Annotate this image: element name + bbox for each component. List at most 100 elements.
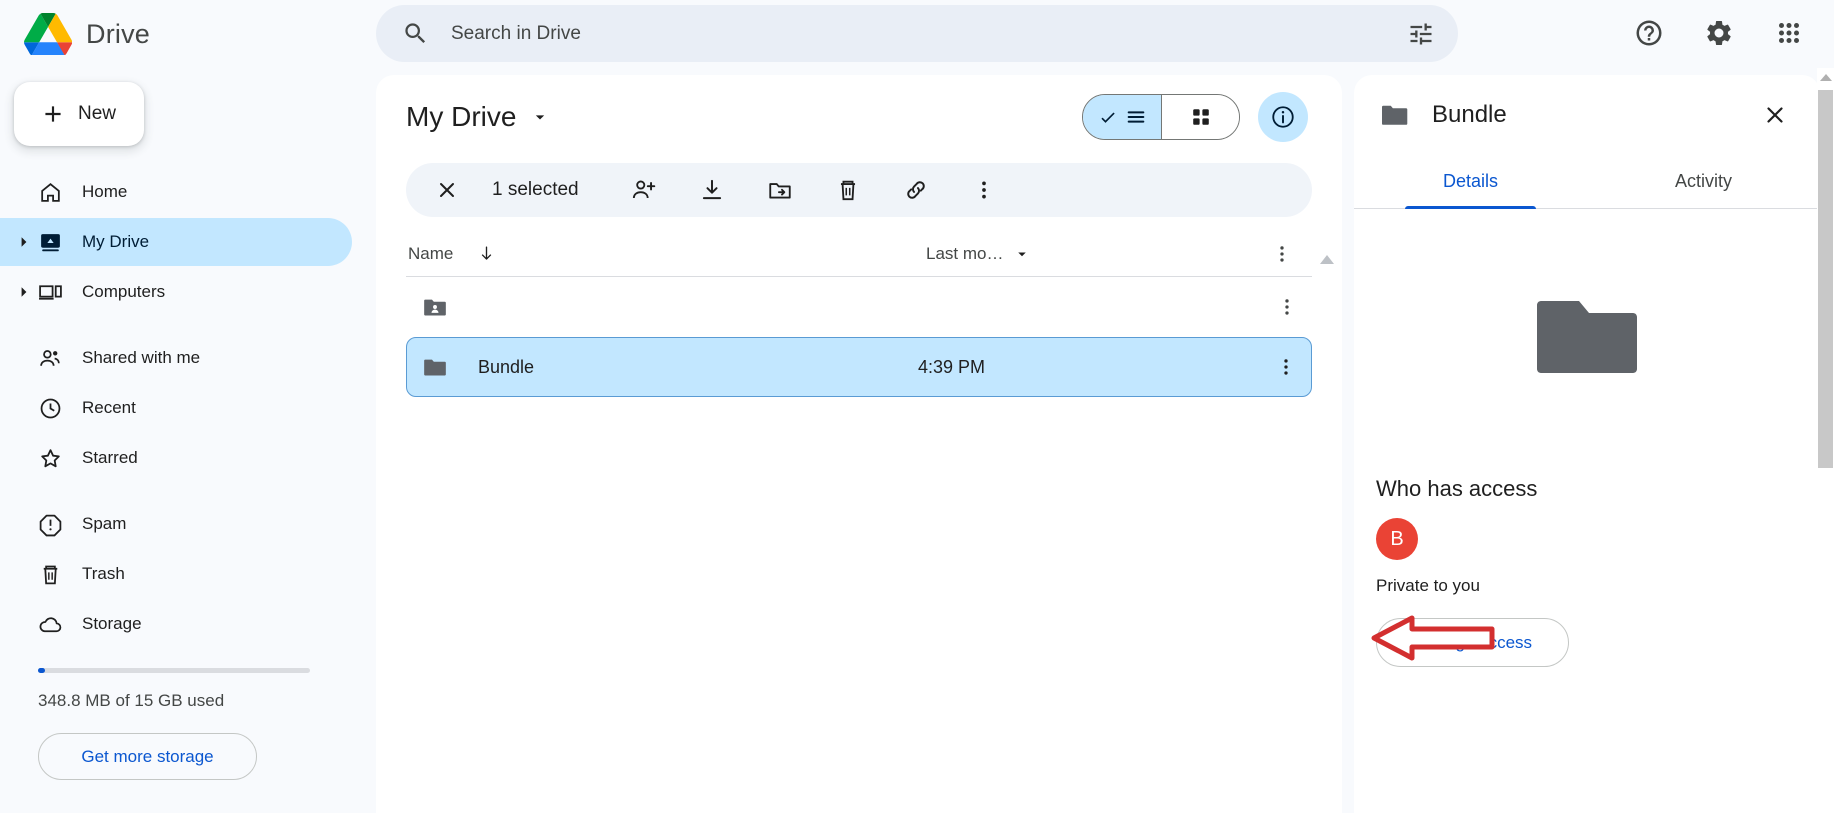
get-link-button[interactable] (891, 165, 941, 215)
selection-count-label: 1 selected (492, 179, 579, 200)
more-vert-icon (1284, 359, 1288, 375)
storage-usage-text: 348.8 MB of 15 GB used (38, 691, 225, 710)
top-bar: Drive (0, 0, 1834, 68)
google-drive-app: Drive Search in Drive New Home My Drive … (0, 0, 1834, 813)
view-details-button[interactable] (1258, 92, 1308, 142)
view-layout-toggle (1082, 94, 1240, 140)
apps-grid-icon (1779, 23, 1799, 43)
list-view-button[interactable] (1083, 95, 1161, 139)
star-icon (41, 448, 60, 467)
search-filter-button[interactable] (1394, 7, 1448, 61)
download-button[interactable] (687, 165, 737, 215)
table-options-button[interactable] (1260, 243, 1304, 265)
new-button-label: New (78, 103, 117, 124)
table-row[interactable] (406, 277, 1312, 337)
details-header: Bundle (1354, 75, 1820, 155)
details-title: Bundle (1432, 101, 1507, 128)
row-name: Bundle (478, 356, 535, 377)
sidebar-item-starred[interactable]: Starred (0, 434, 352, 482)
page-title: My Drive (406, 101, 517, 132)
plus-icon (45, 106, 61, 122)
sidebar-label-starred: Starred (82, 448, 138, 467)
chevron-down-icon (1018, 252, 1027, 256)
gear-icon (1707, 20, 1731, 45)
chevron-right-icon[interactable] (18, 236, 30, 248)
drive-brand[interactable]: Drive (24, 8, 150, 60)
get-more-storage-button[interactable]: Get more storage (38, 733, 257, 780)
brand-name: Drive (86, 18, 151, 49)
search-input[interactable] (451, 22, 1394, 45)
column-header-last-modified[interactable]: Last mo… (926, 244, 1031, 264)
sidebar: New Home My Drive Computers Shared with … (0, 68, 376, 813)
drive-title-dropdown[interactable]: My Drive (406, 101, 550, 133)
table-row[interactable]: Bundle 4:39 PM (406, 337, 1312, 397)
list-icon (1127, 111, 1144, 123)
sidebar-item-storage[interactable]: Storage (0, 600, 352, 648)
arrow-down-icon (482, 246, 492, 260)
download-icon (702, 179, 721, 200)
access-status-text: Private to you (1376, 576, 1480, 595)
info-icon (1272, 106, 1294, 128)
sidebar-label-storage: Storage (82, 614, 142, 633)
avatar[interactable]: B (1376, 518, 1418, 560)
sidebar-item-trash[interactable]: Trash (0, 550, 352, 598)
close-details-button[interactable] (1752, 92, 1798, 138)
more-actions-button[interactable] (959, 165, 1009, 215)
move-to-folder-icon (768, 183, 791, 199)
home-icon (41, 182, 60, 202)
people-icon (40, 349, 60, 366)
sidebar-item-recent[interactable]: Recent (0, 384, 352, 432)
column-header-name[interactable]: Name (406, 244, 926, 264)
scroll-up-arrow[interactable] (1820, 74, 1832, 81)
chevron-right-icon[interactable] (18, 286, 30, 298)
shared-folder-icon (424, 299, 446, 316)
search-bar[interactable] (376, 5, 1458, 62)
tab-label-details: Details (1442, 171, 1499, 191)
spam-icon (39, 514, 62, 536)
close-icon (1767, 107, 1783, 123)
sidebar-item-my-drive[interactable]: My Drive (0, 218, 352, 266)
storage-progress-bar (38, 668, 310, 673)
nav-divider-2 (0, 484, 376, 498)
sidebar-label-shared-with-me: Shared with me (82, 348, 201, 367)
column-label-name: Name (408, 243, 454, 263)
google-apps-button[interactable] (1762, 6, 1816, 60)
sidebar-item-home[interactable]: Home (0, 168, 352, 216)
chevron-down-icon (536, 115, 545, 120)
sidebar-label-recent: Recent (82, 398, 136, 417)
sidebar-item-shared-with-me[interactable]: Shared with me (0, 334, 352, 382)
sidebar-item-spam[interactable]: Spam (0, 500, 352, 548)
page-scrollbar[interactable] (1817, 68, 1834, 813)
share-button[interactable] (619, 165, 669, 215)
more-vert-icon (1285, 299, 1289, 315)
sidebar-nav: Home My Drive Computers Shared with me R… (0, 168, 376, 648)
tab-activity[interactable]: Activity (1587, 155, 1820, 208)
row-actions-button[interactable] (1262, 296, 1312, 318)
large-folder-icon (1537, 300, 1637, 373)
help-button[interactable] (1622, 6, 1676, 60)
scrollbar-thumb[interactable] (1818, 90, 1833, 468)
scroll-up-indicator[interactable] (1320, 255, 1334, 264)
details-tabs: Details Activity (1354, 155, 1820, 209)
sidebar-label-spam: Spam (82, 514, 127, 533)
help-icon (1636, 20, 1662, 46)
check-icon (1100, 112, 1115, 123)
sidebar-label-my-drive: My Drive (82, 232, 150, 251)
link-icon (906, 181, 925, 199)
close-icon (440, 183, 454, 197)
settings-button[interactable] (1692, 6, 1746, 60)
grid-view-button[interactable] (1161, 95, 1239, 139)
sidebar-label-computers: Computers (82, 282, 166, 301)
sidebar-item-computers[interactable]: Computers (0, 268, 352, 316)
column-label-last-modified: Last mo… (926, 243, 1004, 263)
details-body: Who has access B Private to you Manage a… (1354, 209, 1820, 809)
tab-details[interactable]: Details (1354, 155, 1587, 209)
storage-progress-fill (38, 668, 45, 673)
clear-selection-button[interactable] (422, 165, 472, 215)
move-to-folder-button[interactable] (755, 165, 805, 215)
details-panel: Bundle Details Activity Who has access B… (1354, 75, 1820, 813)
row-actions-button[interactable] (1261, 356, 1311, 378)
new-button[interactable]: New (14, 82, 144, 146)
remove-button[interactable] (823, 165, 873, 215)
grid-icon (1192, 109, 1209, 125)
